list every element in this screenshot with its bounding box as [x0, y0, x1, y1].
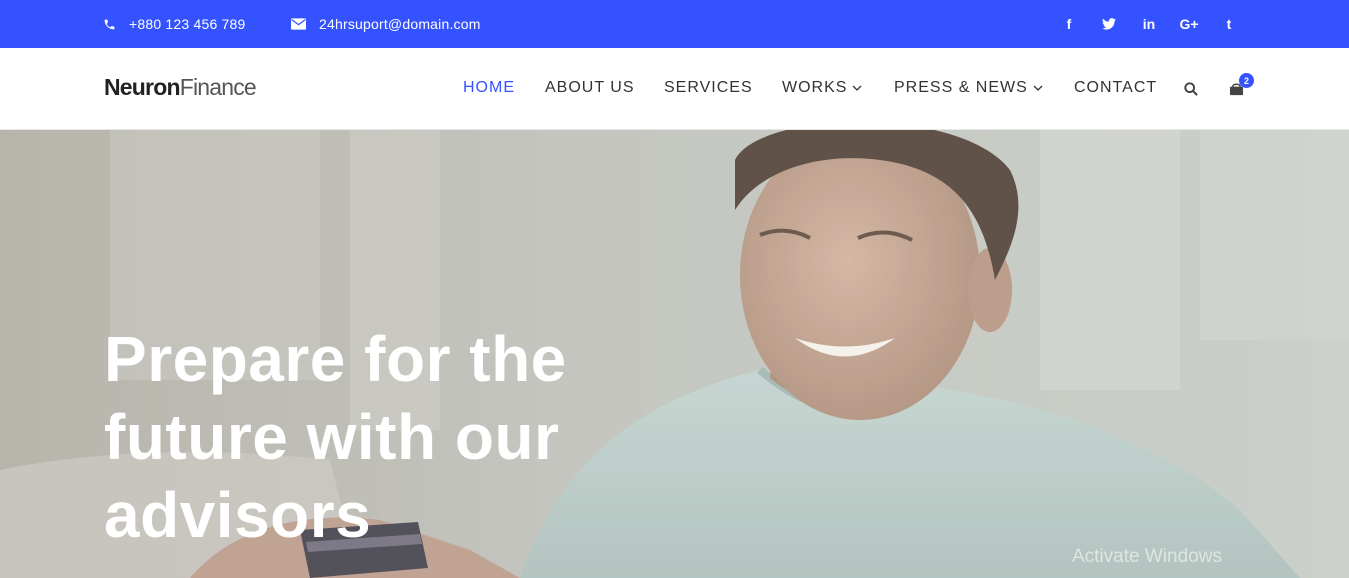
phone-icon [104, 19, 115, 29]
social-links: f in G+ t [1058, 0, 1258, 48]
nav-home[interactable]: HOME [463, 79, 515, 97]
google-plus-icon[interactable]: G+ [1178, 13, 1200, 35]
search-icon[interactable] [1184, 82, 1198, 101]
nav-press-news[interactable]: PRESS & NEWS [894, 79, 1043, 97]
main-header: NeuronFinance HOME ABOUT US SERVICES WOR… [0, 48, 1349, 130]
cart-count-badge: 2 [1239, 73, 1254, 88]
phone-contact[interactable]: +880 123 456 789 [103, 0, 245, 48]
nav-works-label: WORKS [782, 79, 848, 96]
chevron-down-icon [852, 85, 862, 91]
phone-number: +880 123 456 789 [129, 16, 246, 32]
email-contact[interactable]: 24hrsuport@domain.com [291, 0, 481, 48]
twitter-icon[interactable] [1098, 13, 1120, 35]
nav-works[interactable]: WORKS [782, 79, 862, 97]
activate-windows-watermark: Activate Windows [1072, 546, 1222, 567]
facebook-icon[interactable]: f [1058, 13, 1080, 35]
hero-heading-line: Prepare for the [104, 323, 567, 395]
hero-heading: Prepare for the future with our advisors [104, 320, 664, 554]
nav-about-us[interactable]: ABOUT US [545, 79, 635, 97]
chevron-down-icon [1033, 85, 1043, 91]
nav-services[interactable]: SERVICES [664, 79, 753, 97]
nav-contact[interactable]: CONTACT [1074, 79, 1157, 97]
main-nav: HOME ABOUT US SERVICES WORKS PRESS & NEW… [0, 48, 1349, 130]
nav-press-news-label: PRESS & NEWS [894, 79, 1028, 96]
envelope-icon [291, 18, 306, 30]
hero-banner: Prepare for the future with our advisors… [0, 130, 1349, 578]
cart-button[interactable]: 2 [1229, 73, 1254, 101]
linkedin-icon[interactable]: in [1138, 13, 1160, 35]
hero-heading-line: advisors [104, 479, 372, 551]
top-bar: +880 123 456 789 24hrsuport@domain.com f… [0, 0, 1349, 48]
tumblr-icon[interactable]: t [1218, 13, 1240, 35]
hero-heading-line: future with our [104, 401, 560, 473]
email-address: 24hrsuport@domain.com [319, 16, 481, 32]
